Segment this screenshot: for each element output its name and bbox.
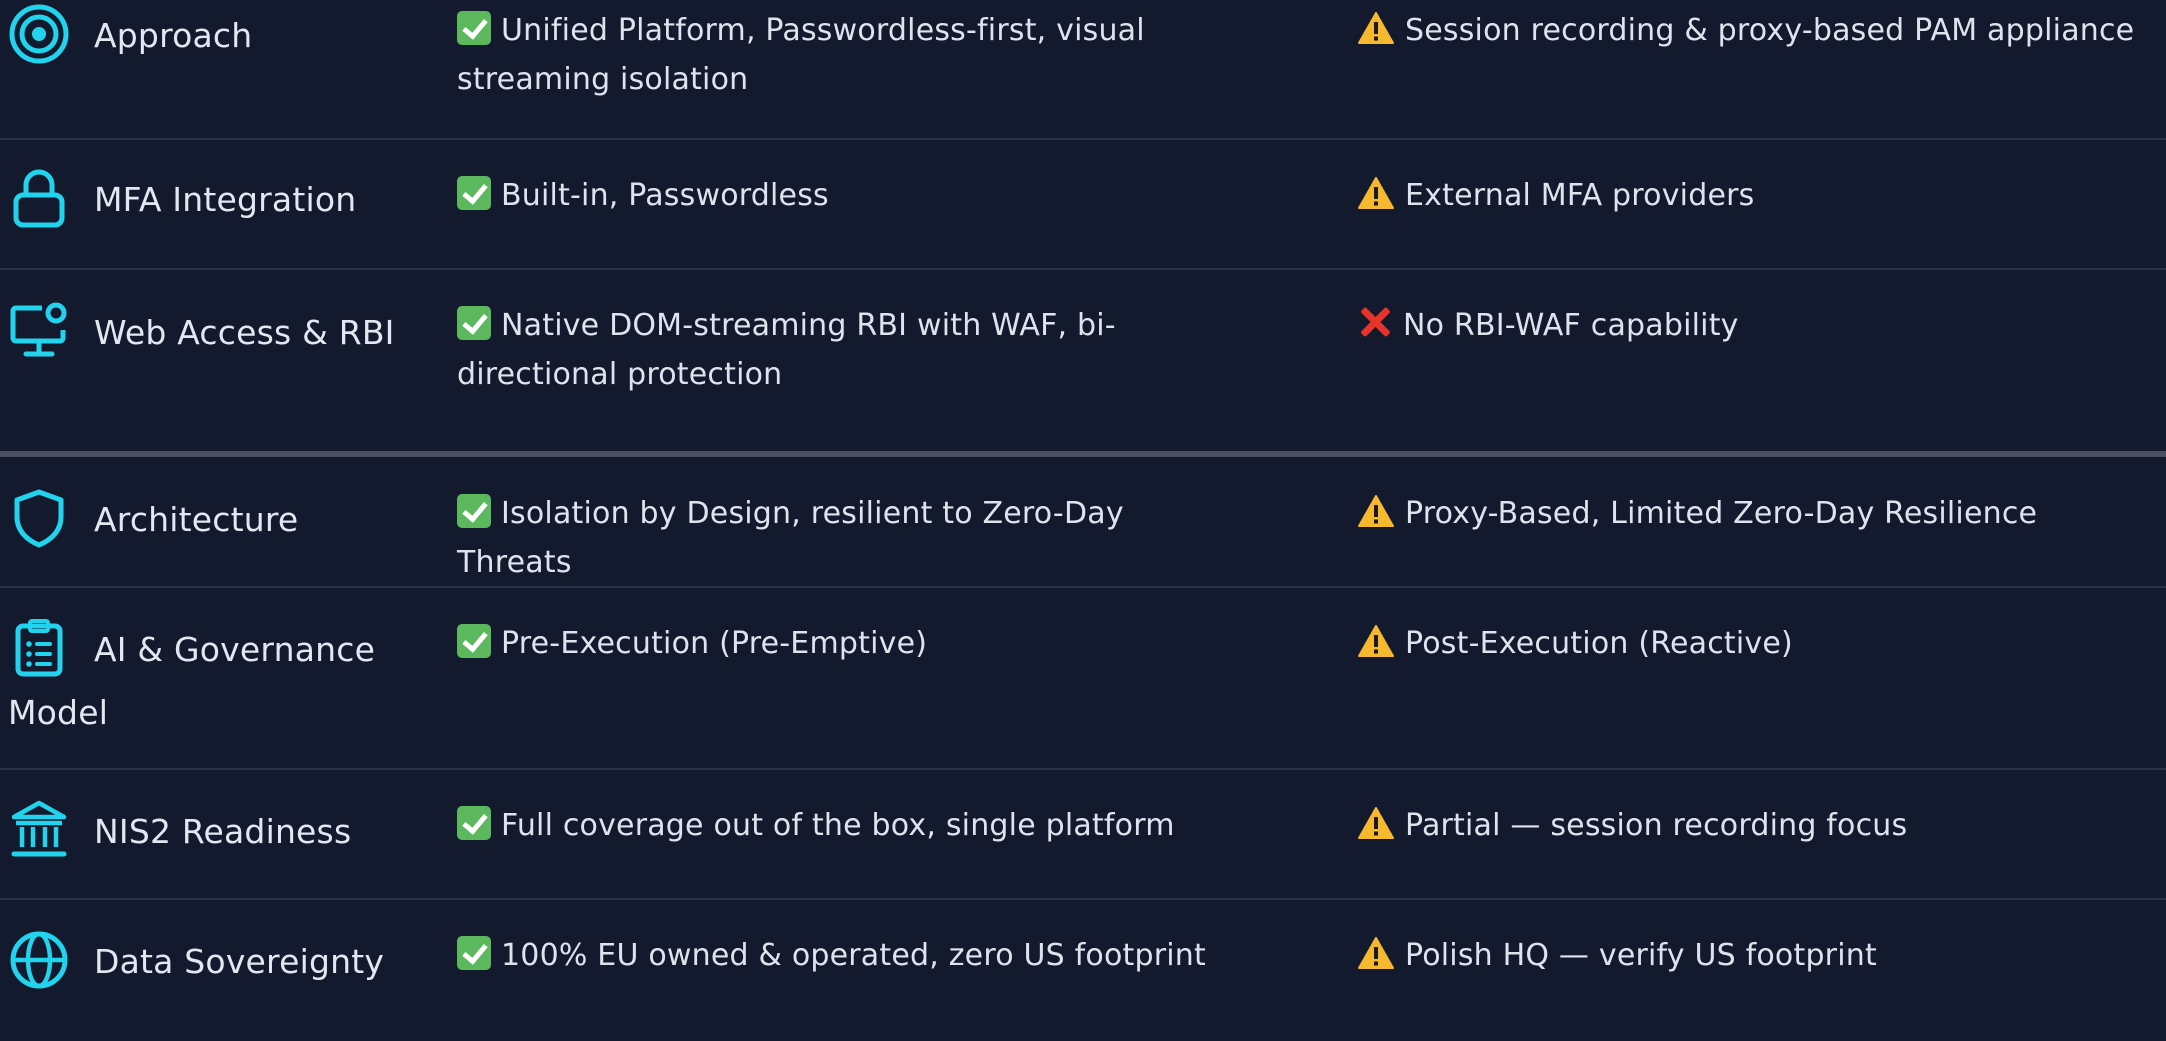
row-label-nis2: NIS2 Readiness xyxy=(8,799,418,865)
row-label-approach: Approach xyxy=(8,3,418,69)
cross-icon xyxy=(1357,304,1393,340)
clipboard-list-icon xyxy=(8,617,70,679)
cell-nis2-a: Full coverage out of the box, single pla… xyxy=(457,801,1217,850)
cell-web-access-b: No RBI-WAF capability xyxy=(1357,301,2157,350)
row-divider xyxy=(0,768,2166,770)
check-icon xyxy=(457,11,491,45)
section-divider xyxy=(0,451,2166,457)
cell-data-sovereignty-a: 100% EU owned & operated, zero US footpr… xyxy=(457,931,1217,980)
warning-icon xyxy=(1357,494,1395,528)
cell-mfa-a: Built-in, Passwordless xyxy=(457,171,1217,220)
cell-mfa-b: External MFA providers xyxy=(1357,171,2157,220)
warning-icon xyxy=(1357,624,1395,658)
cell-architecture-a: Isolation by Design, resilient to Zero-D… xyxy=(457,494,1124,580)
warning-icon xyxy=(1357,806,1395,840)
row-label-mfa: MFA Integration xyxy=(8,167,418,233)
row-divider xyxy=(0,586,2166,588)
cell-architecture-b: Proxy-Based, Limited Zero-Day Resilience xyxy=(1357,489,2157,538)
cell-approach-a: Unified Platform, Passwordless-first, vi… xyxy=(457,11,1145,97)
cell-nis2-b: Partial — session recording focus xyxy=(1357,801,2157,850)
check-icon xyxy=(457,936,491,970)
cell-approach-b: Session recording & proxy-based PAM appl… xyxy=(1357,6,2157,55)
cell-ai-governance-b: Post-Execution (Reactive) xyxy=(1357,619,2157,668)
check-icon xyxy=(457,494,491,528)
row-divider xyxy=(0,898,2166,900)
check-icon xyxy=(457,176,491,210)
check-icon xyxy=(457,806,491,840)
monitor-user-icon xyxy=(8,300,70,362)
row-divider xyxy=(0,268,2166,270)
row-label-text: Approach xyxy=(94,16,253,55)
row-label-ai-governance: AI & Governance Model xyxy=(8,617,418,743)
row-label-web-access: Web Access & RBI xyxy=(8,300,418,366)
globe-icon xyxy=(8,929,70,991)
warning-icon xyxy=(1357,11,1395,45)
check-icon xyxy=(457,306,491,340)
lock-icon xyxy=(8,167,70,229)
cell-data-sovereignty-b: Polish HQ — verify US footprint xyxy=(1357,931,2157,980)
bank-icon xyxy=(8,799,70,861)
target-icon xyxy=(8,3,70,65)
row-divider xyxy=(0,138,2166,140)
check-icon xyxy=(457,624,491,658)
cell-ai-governance-a: Pre-Execution (Pre-Emptive) xyxy=(457,619,1217,668)
shield-icon xyxy=(8,487,70,549)
warning-icon xyxy=(1357,176,1395,210)
warning-icon xyxy=(1357,936,1395,970)
row-label-data-sovereignty: Data Sovereignty xyxy=(8,929,418,995)
cell-web-access-a: Native DOM-streaming RBI with WAF, bi-di… xyxy=(457,306,1116,392)
row-label-architecture: Architecture xyxy=(8,487,418,553)
